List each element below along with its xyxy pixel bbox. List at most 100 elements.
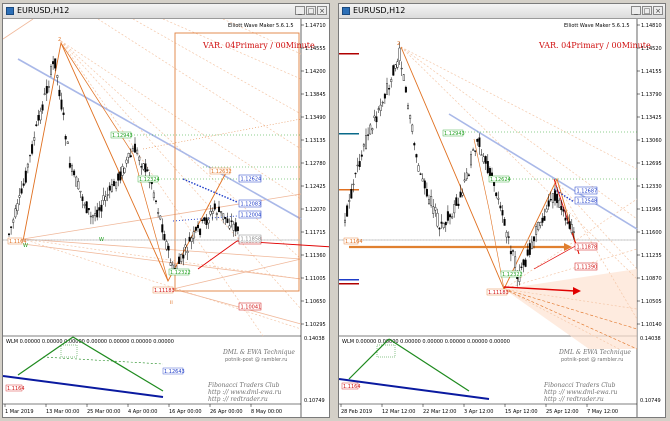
price-tick-label: 1.11360 (305, 253, 326, 259)
candle-body (415, 154, 418, 158)
candle-body (43, 93, 46, 95)
candle-body (54, 58, 57, 69)
candle-body (509, 250, 512, 255)
price-tick-label: 1.12330 (641, 184, 662, 190)
window-titlebar[interactable]: EURUSD,H12 _ □ × (339, 4, 665, 19)
price-tick-label: 1.14155 (641, 69, 662, 75)
candle-body (102, 195, 105, 201)
candle-body (154, 200, 157, 202)
candle-body (52, 61, 55, 65)
price-tick-label: 1.14520 (641, 46, 662, 52)
candle-body (207, 219, 210, 224)
candle-body (138, 156, 141, 161)
price-tick-label: 1.14200 (305, 69, 326, 75)
candle-body (484, 156, 487, 164)
price-tick-label: 1.13135 (305, 138, 326, 144)
date-tick-label: 25 Mar 00:00 (87, 409, 120, 415)
candle-body (354, 172, 357, 175)
price-tick-label: 1.11235 (641, 253, 662, 259)
candle-body (121, 166, 124, 176)
candle-body (127, 153, 130, 158)
price-chart-right[interactable]: 1.1164 1.11183 1.12322 1.12943 1.12624 2… (339, 19, 665, 417)
window-titlebar[interactable]: EURUSD,H12 _ □ × (3, 4, 329, 19)
candle-body (390, 79, 393, 82)
chart-window-right[interactable]: EURUSD,H12 _ □ × 1.1164 1.11183 1.12322 … (338, 3, 666, 418)
candle-body (115, 181, 118, 189)
candle-body (201, 219, 204, 222)
candle-body (77, 181, 80, 190)
maximize-button[interactable]: □ (306, 6, 316, 15)
candle-body (499, 205, 502, 209)
candle-body (457, 203, 460, 206)
date-tick-label: 15 Apr 12:00 (505, 409, 538, 415)
price-tick-label: 1.11715 (305, 230, 326, 236)
candle-body (142, 163, 145, 170)
candle-body (215, 213, 218, 215)
candle-body (70, 165, 73, 173)
candle-body (232, 223, 235, 231)
candle-body (29, 154, 32, 157)
price-tag-label: 1.11878 (577, 245, 598, 251)
candle-body (14, 208, 17, 218)
candle-body (427, 199, 430, 204)
candle-body (144, 163, 147, 173)
candle-body (165, 241, 168, 250)
price-tick-label: 1.12425 (305, 184, 326, 190)
candle-body (136, 149, 139, 154)
maximize-button[interactable]: □ (642, 6, 652, 15)
candle-body (64, 136, 67, 140)
candle-body (75, 176, 78, 187)
minimize-button[interactable]: _ (631, 6, 641, 15)
price-axis: 1.14810 1.14520 1.14155 1.13790 1.13425 1.130… (637, 23, 662, 328)
candle-body (196, 224, 199, 229)
candle-body (62, 112, 65, 115)
price-tick-label: 1.14710 (305, 23, 326, 29)
chart-window-left[interactable]: EURUSD,H12 _ □ × 1.1164 1.11183 1.12322 … (2, 3, 330, 418)
candle-body (564, 217, 567, 221)
candle-body (192, 231, 195, 239)
candle-body (348, 199, 351, 202)
candle-body (362, 144, 365, 147)
minimize-button[interactable]: _ (295, 6, 305, 15)
close-button[interactable]: × (317, 6, 327, 15)
candle-body (73, 170, 76, 176)
date-tick-label: 12 Mar 12:00 (382, 409, 415, 415)
candle-body (146, 169, 149, 171)
candle-body (465, 172, 468, 180)
date-tick-label: 22 Mar 12:00 (423, 409, 456, 415)
candle-body (89, 215, 92, 218)
price-tick-label: 1.13060 (641, 138, 662, 144)
candle-body (486, 161, 489, 174)
candle-body (377, 108, 380, 110)
candle-body (373, 115, 376, 118)
candle-body (205, 217, 208, 225)
candle-body (553, 190, 556, 201)
candle-body (119, 171, 122, 181)
candle-body (184, 244, 187, 248)
candle-body (530, 241, 533, 249)
price-tag-label: 1.11390 (577, 265, 598, 271)
candle-body (182, 254, 185, 259)
candle-body (87, 208, 90, 211)
candle-body (50, 66, 53, 75)
candle-body (346, 205, 349, 217)
candle-body (558, 199, 561, 208)
candle-body (350, 189, 353, 199)
candle-body (497, 197, 500, 200)
candle-body (375, 116, 378, 123)
close-button[interactable]: × (653, 6, 663, 15)
candle-body (60, 99, 63, 110)
candle-body (211, 210, 214, 214)
plugin-label: Elliott Wave Maker 5.6.1.5 (564, 23, 630, 29)
svg-text:1.12943: 1.12943 (112, 133, 133, 139)
candle-body (495, 192, 498, 197)
candle-body (230, 220, 233, 223)
candle-body (226, 218, 229, 223)
candle-body (448, 214, 451, 218)
candle-body (526, 249, 529, 256)
candle-body (16, 203, 19, 211)
plugin-label: Elliott Wave Maker 5.6.1.5 (228, 23, 294, 29)
price-chart-left[interactable]: 1.1164 1.11183 1.12322 1.12943 1.12324 1… (3, 19, 329, 417)
svg-text:http :// redtrader.ru: http :// redtrader.ru (208, 396, 268, 403)
candle-body (417, 165, 420, 172)
